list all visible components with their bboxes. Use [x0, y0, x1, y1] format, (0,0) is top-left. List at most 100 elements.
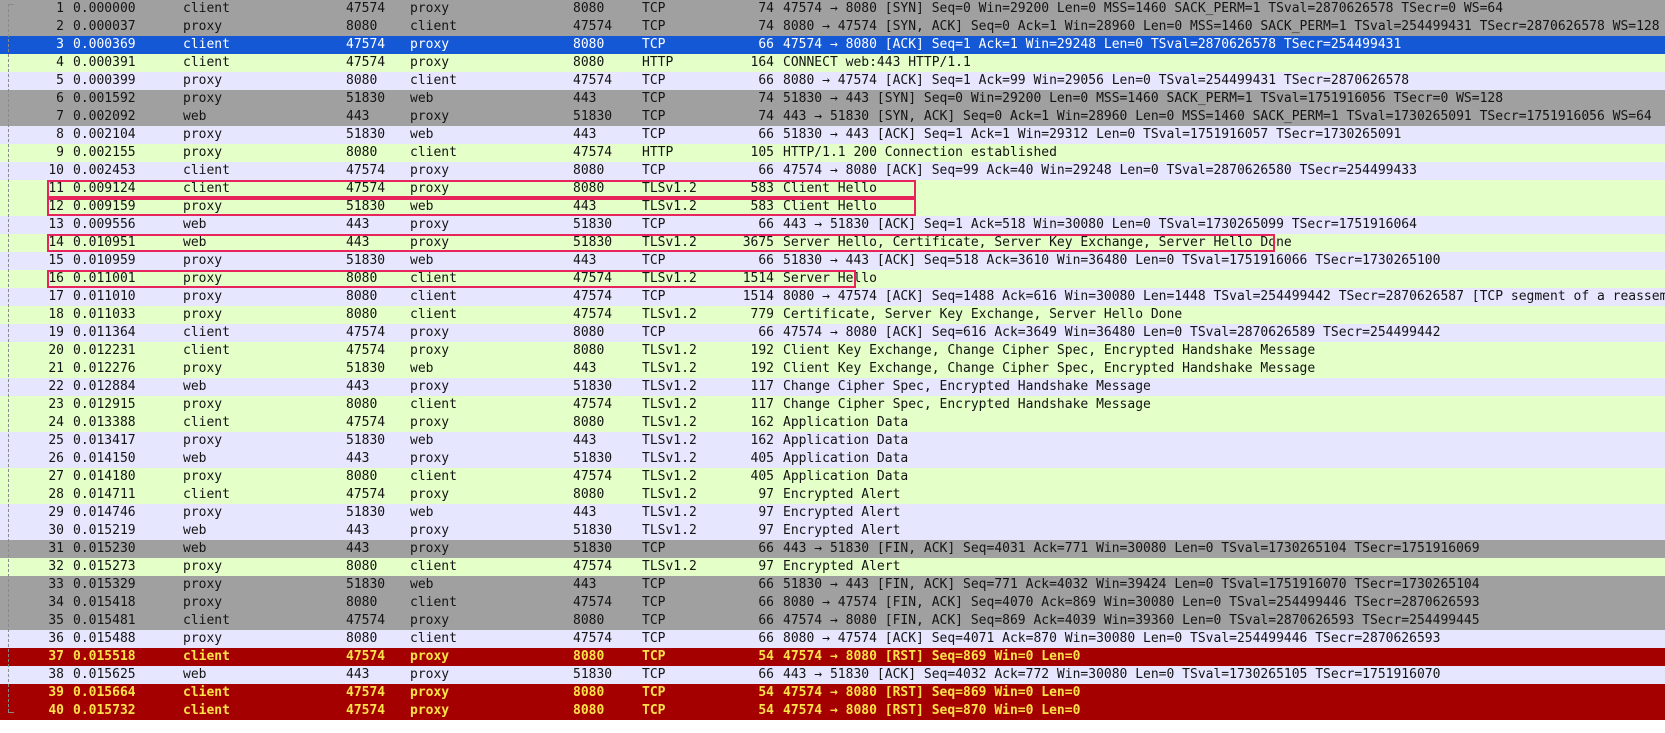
packet-length: 192 — [750, 361, 774, 376]
packet-row[interactable]: 35 0.015481 client 47574 proxy 8080 TCP 66 47574… — [0, 612, 1665, 630]
packet-row[interactable]: 25 0.013417 proxy 51830 web 443 TLSv1.2 162 Appl… — [0, 432, 1665, 450]
packet-row[interactable]: 31 0.015230 web 443 proxy 51830 TCP 66 443 → 518… — [0, 540, 1665, 558]
packet-destination-port: 8080 — [573, 37, 605, 52]
packet-number: 15 — [48, 253, 64, 268]
packet-length: 105 — [750, 145, 774, 160]
packet-destination-port: 443 — [573, 433, 597, 448]
packet-row[interactable]: 16 0.011001 proxy 8080 client 47574 TLSv1.2 151… — [0, 270, 1665, 288]
packet-number: 40 — [48, 703, 64, 718]
packet-row[interactable]: 37 0.015518 client 47574 proxy 8080 TCP 54 47574… — [0, 648, 1665, 666]
packet-source-port: 51830 — [346, 199, 386, 214]
packet-row[interactable]: 18 0.011033 proxy 8080 client 47574 TLSv1.2 779… — [0, 306, 1665, 324]
packet-number: 10 — [48, 163, 64, 178]
packet-row[interactable]: 12 0.009159 proxy 51830 web 443 TLSv1.2 583 Clie… — [0, 198, 1665, 216]
packet-row[interactable]: 9 0.002155 proxy 8080 client 47574 HTTP 105 HTTP… — [0, 144, 1665, 162]
packet-length: 66 — [758, 613, 774, 628]
packet-row[interactable]: 40 0.015732 client 47574 proxy 8080 TCP 54 47574… — [0, 702, 1665, 720]
packet-row[interactable]: 17 0.011010 proxy 8080 client 47574 TCP 1514 808… — [0, 288, 1665, 306]
packet-row[interactable]: 2 0.000037 proxy 8080 client 47574 TCP 74 8080 →… — [0, 18, 1665, 36]
packet-number: 2 — [56, 19, 64, 34]
packet-time: 0.009556 — [73, 217, 136, 232]
packet-destination-port: 47574 — [573, 307, 613, 322]
packet-info: Encrypted Alert — [783, 487, 901, 502]
packet-destination: proxy — [410, 649, 450, 664]
packet-row[interactable]: 11 0.009124 client 47574 proxy 8080 TLSv1.2 583… — [0, 180, 1665, 198]
packet-length: 405 — [750, 451, 774, 466]
packet-destination: proxy — [410, 55, 450, 70]
packet-row[interactable]: 7 0.002092 web 443 proxy 51830 TCP 74 443 → 5183… — [0, 108, 1665, 126]
packet-destination-port: 443 — [573, 199, 597, 214]
packet-source: proxy — [183, 505, 223, 520]
packet-info: Application Data — [783, 451, 909, 466]
packet-source: web — [183, 541, 207, 556]
packet-row[interactable]: 33 0.015329 proxy 51830 web 443 TCP 66 51830 → 4… — [0, 576, 1665, 594]
packet-destination: proxy — [410, 685, 450, 700]
packet-source: client — [183, 487, 230, 502]
packet-row[interactable]: 10 0.002453 client 47574 proxy 8080 TCP 66 47574… — [0, 162, 1665, 180]
packet-row[interactable]: 29 0.014746 proxy 51830 web 443 TLSv1.2 97 Encry… — [0, 504, 1665, 522]
packet-row[interactable]: 19 0.011364 client 47574 proxy 8080 TCP 66 47574… — [0, 324, 1665, 342]
packet-time: 0.011010 — [73, 289, 136, 304]
packet-source: client — [183, 325, 230, 340]
packet-source-port: 47574 — [346, 1, 386, 16]
packet-row[interactable]: 22 0.012884 web 443 proxy 51830 TLSv1.2 117 Chan… — [0, 378, 1665, 396]
packet-destination: client — [410, 631, 457, 646]
packet-info: 47574 → 8080 [ACK] Seq=1 Ack=1 Win=29248… — [783, 37, 1402, 52]
packet-number: 20 — [48, 343, 64, 358]
packet-row[interactable]: 36 0.015488 proxy 8080 client 47574 TCP 66 8080 … — [0, 630, 1665, 648]
packet-source: web — [183, 235, 207, 250]
packet-info: Encrypted Alert — [783, 559, 901, 574]
packet-info: 8080 → 47574 [ACK] Seq=1488 Ack=616 Win=… — [783, 289, 1665, 304]
packet-number: 28 — [48, 487, 64, 502]
packet-row[interactable]: 27 0.014180 proxy 8080 client 47574 TLSv1.2 405… — [0, 468, 1665, 486]
packet-length: 66 — [758, 325, 774, 340]
packet-destination: proxy — [410, 109, 450, 124]
packet-destination: proxy — [410, 487, 450, 502]
packet-row[interactable]: 20 0.012231 client 47574 proxy 8080 TLSv1.2 192… — [0, 342, 1665, 360]
packet-row[interactable]: 14 0.010951 web 443 proxy 51830 TLSv1.2 3675 Ser… — [0, 234, 1665, 252]
packet-row[interactable]: 5 0.000399 proxy 8080 client 47574 TCP 66 8080 →… — [0, 72, 1665, 90]
packet-row[interactable]: 6 0.001592 proxy 51830 web 443 TCP 74 51830 → 44… — [0, 90, 1665, 108]
packet-time: 0.002104 — [73, 127, 136, 142]
packet-number: 6 — [56, 91, 64, 106]
packet-destination-port: 8080 — [573, 343, 605, 358]
packet-row[interactable]: 3 0.000369 client 47574 proxy 8080 TCP 66 47574 … — [0, 36, 1665, 54]
packet-row[interactable]: 30 0.015219 web 443 proxy 51830 TLSv1.2 97 Encry… — [0, 522, 1665, 540]
packet-destination-port: 47574 — [573, 289, 613, 304]
packet-destination-port: 47574 — [573, 73, 613, 88]
packet-info: Client Hello — [783, 181, 877, 196]
packet-source: proxy — [183, 271, 223, 286]
packet-source-port: 8080 — [346, 73, 378, 88]
packet-row[interactable]: 23 0.012915 proxy 8080 client 47574 TLSv1.2 117… — [0, 396, 1665, 414]
packet-source-port: 47574 — [346, 37, 386, 52]
packet-destination-port: 443 — [573, 91, 597, 106]
packet-row[interactable]: 15 0.010959 proxy 51830 web 443 TCP 66 51830 → 4… — [0, 252, 1665, 270]
packet-length: 1514 — [742, 289, 774, 304]
packet-destination: client — [410, 397, 457, 412]
packet-info: 47574 → 8080 [RST] Seq=869 Win=0 Len=0 — [783, 685, 1081, 700]
packet-number: 1 — [56, 1, 64, 16]
packet-row[interactable]: 34 0.015418 proxy 8080 client 47574 TCP 66 8080 … — [0, 594, 1665, 612]
packet-source: web — [183, 523, 207, 538]
packet-row[interactable]: 26 0.014150 web 443 proxy 51830 TLSv1.2 405 Appl… — [0, 450, 1665, 468]
packet-destination: client — [410, 559, 457, 574]
packet-source: client — [183, 703, 230, 718]
packet-row[interactable]: 24 0.013388 client 47574 proxy 8080 TLSv1.2 162… — [0, 414, 1665, 432]
packet-length: 54 — [758, 649, 774, 664]
packet-list[interactable]: 1 0.000000 client 47574 proxy 8080 TCP 74 47574 … — [0, 0, 1665, 720]
packet-row[interactable]: 21 0.012276 proxy 51830 web 443 TLSv1.2 192 Clie… — [0, 360, 1665, 378]
packet-row[interactable]: 13 0.009556 web 443 proxy 51830 TCP 66 443 → 518… — [0, 216, 1665, 234]
packet-time: 0.014150 — [73, 451, 136, 466]
packet-row[interactable]: 38 0.015625 web 443 proxy 51830 TCP 66 443 → 518… — [0, 666, 1665, 684]
packet-row[interactable]: 8 0.002104 proxy 51830 web 443 TCP 66 51830 → 44… — [0, 126, 1665, 144]
packet-row[interactable]: 28 0.014711 client 47574 proxy 8080 TLSv1.2 97 E… — [0, 486, 1665, 504]
packet-time: 0.015732 — [73, 703, 136, 718]
packet-time: 0.010959 — [73, 253, 136, 268]
packet-row[interactable]: 4 0.000391 client 47574 proxy 8080 HTTP 164 CONN… — [0, 54, 1665, 72]
packet-row[interactable]: 39 0.015664 client 47574 proxy 8080 TCP 54 47574… — [0, 684, 1665, 702]
packet-row[interactable]: 1 0.000000 client 47574 proxy 8080 TCP 74 47574 … — [0, 0, 1665, 18]
packet-number: 39 — [48, 685, 64, 700]
packet-row[interactable]: 32 0.015273 proxy 8080 client 47574 TLSv1.2 97 E… — [0, 558, 1665, 576]
packet-info: 47574 → 8080 [SYN] Seq=0 Win=29200 Len=0… — [783, 1, 1504, 16]
packet-source: client — [183, 613, 230, 628]
